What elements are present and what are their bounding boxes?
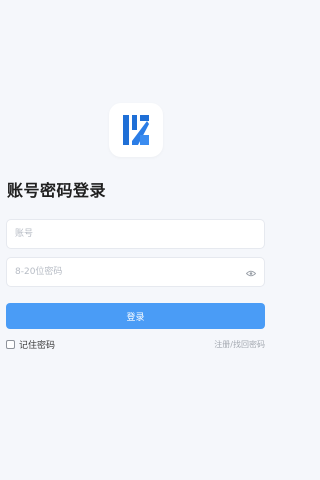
- remember-password-label: 记住密码: [19, 341, 56, 351]
- eye-icon[interactable]: [245, 267, 257, 279]
- remember-password-toggle[interactable]: 记住密码: [6, 338, 55, 351]
- page-title: 账号密码登录: [7, 181, 107, 200]
- password-input[interactable]: [7, 258, 264, 286]
- account-field[interactable]: [6, 219, 265, 249]
- register-recover-link[interactable]: 注册/找回密码: [214, 339, 265, 350]
- account-input[interactable]: [7, 220, 264, 248]
- app-logo-icon: [123, 115, 149, 145]
- checkbox-icon[interactable]: [6, 340, 15, 349]
- password-field[interactable]: [6, 257, 265, 287]
- app-logo-card: [109, 103, 163, 157]
- login-button[interactable]: 登录: [6, 303, 265, 329]
